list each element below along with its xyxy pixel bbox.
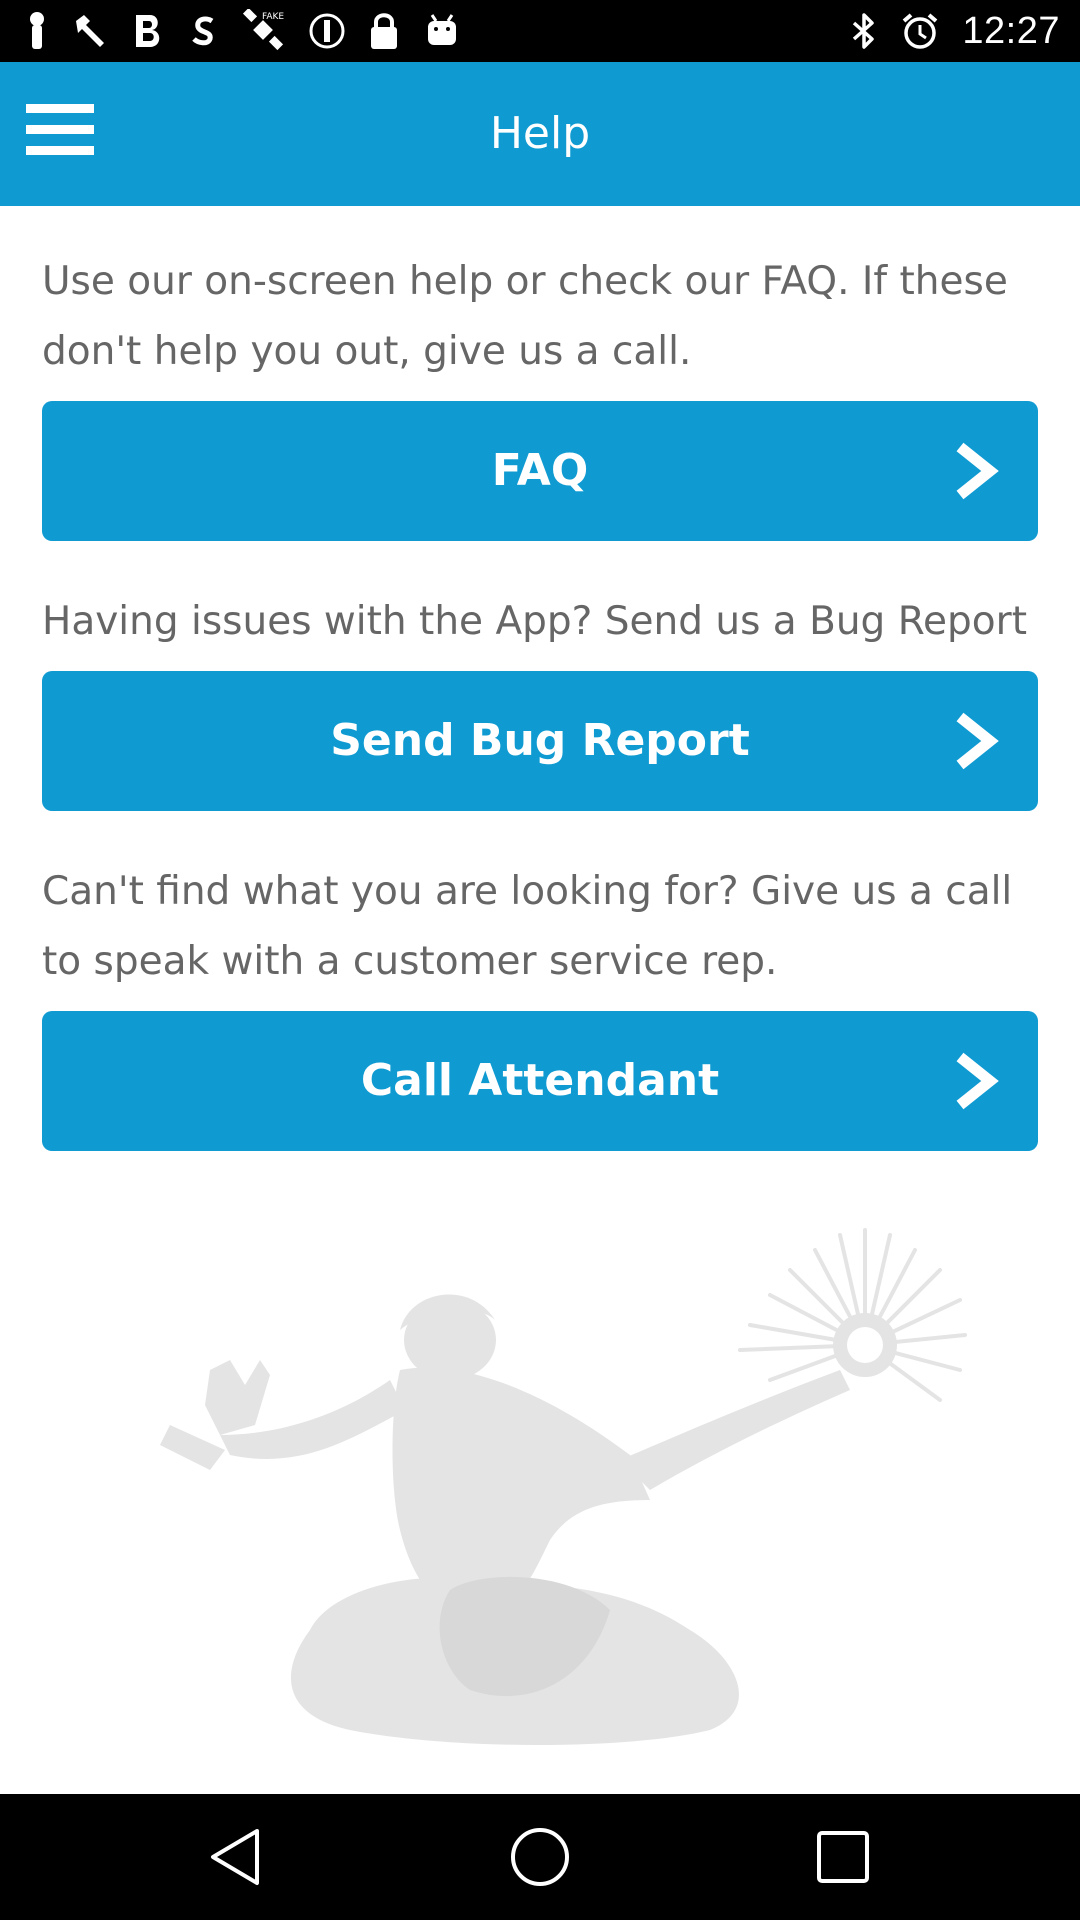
lock-icon: [368, 11, 400, 51]
sirius-icon: [188, 11, 220, 51]
send-bug-report-button-label: Send Bug Report: [330, 715, 750, 766]
help-screen: FAKE 12:27 Help Use our on-screen help o…: [0, 0, 1080, 1920]
wrench-icon: [70, 11, 110, 51]
android-icon: [422, 11, 462, 51]
back-triangle-icon: [211, 1829, 259, 1885]
app-bar: Help: [0, 62, 1080, 206]
faq-description: Use our on-screen help or check our FAQ.…: [42, 259, 1008, 374]
page-title: Help: [489, 108, 591, 159]
bug-report-description: Having issues with the App? Send us a Bu…: [42, 599, 1027, 644]
help-content: Use our on-screen help or check our FAQ.…: [42, 206, 1038, 1151]
notification-icon: [26, 11, 48, 51]
chevron-right-icon: [956, 442, 999, 500]
faq-button[interactable]: FAQ: [42, 401, 1038, 541]
send-bug-report-button[interactable]: Send Bug Report: [42, 671, 1038, 811]
call-attendant-button[interactable]: Call Attendant: [42, 1011, 1038, 1151]
faq-button-label: FAQ: [491, 445, 589, 496]
bold-b-icon: [132, 11, 166, 51]
status-bar: FAKE 12:27: [0, 0, 1080, 62]
navigation-bar: [0, 1794, 1080, 1920]
chevron-right-icon: [956, 1052, 999, 1110]
home-circle-icon: [511, 1828, 569, 1886]
alarm-icon: [900, 11, 940, 51]
back-button[interactable]: [200, 1822, 270, 1892]
bluetooth-icon: [850, 11, 878, 51]
call-attendant-button-label: Call Attendant: [360, 1055, 720, 1106]
recents-square-icon: [817, 1831, 869, 1883]
chevron-right-icon: [956, 712, 999, 770]
status-time: 12:27: [962, 9, 1060, 52]
alert-circle-icon: [308, 12, 346, 50]
status-icons-right: 12:27: [850, 8, 1060, 54]
call-description: Can't find what you are looking for? Giv…: [42, 869, 1013, 984]
home-button[interactable]: [505, 1822, 575, 1892]
recents-button[interactable]: [808, 1822, 878, 1892]
status-icons-left: FAKE: [26, 8, 462, 54]
svg-text:FAKE: FAKE: [262, 12, 284, 22]
statue-watermark-icon: [150, 1210, 970, 1755]
satellite-icon: FAKE: [242, 9, 286, 53]
